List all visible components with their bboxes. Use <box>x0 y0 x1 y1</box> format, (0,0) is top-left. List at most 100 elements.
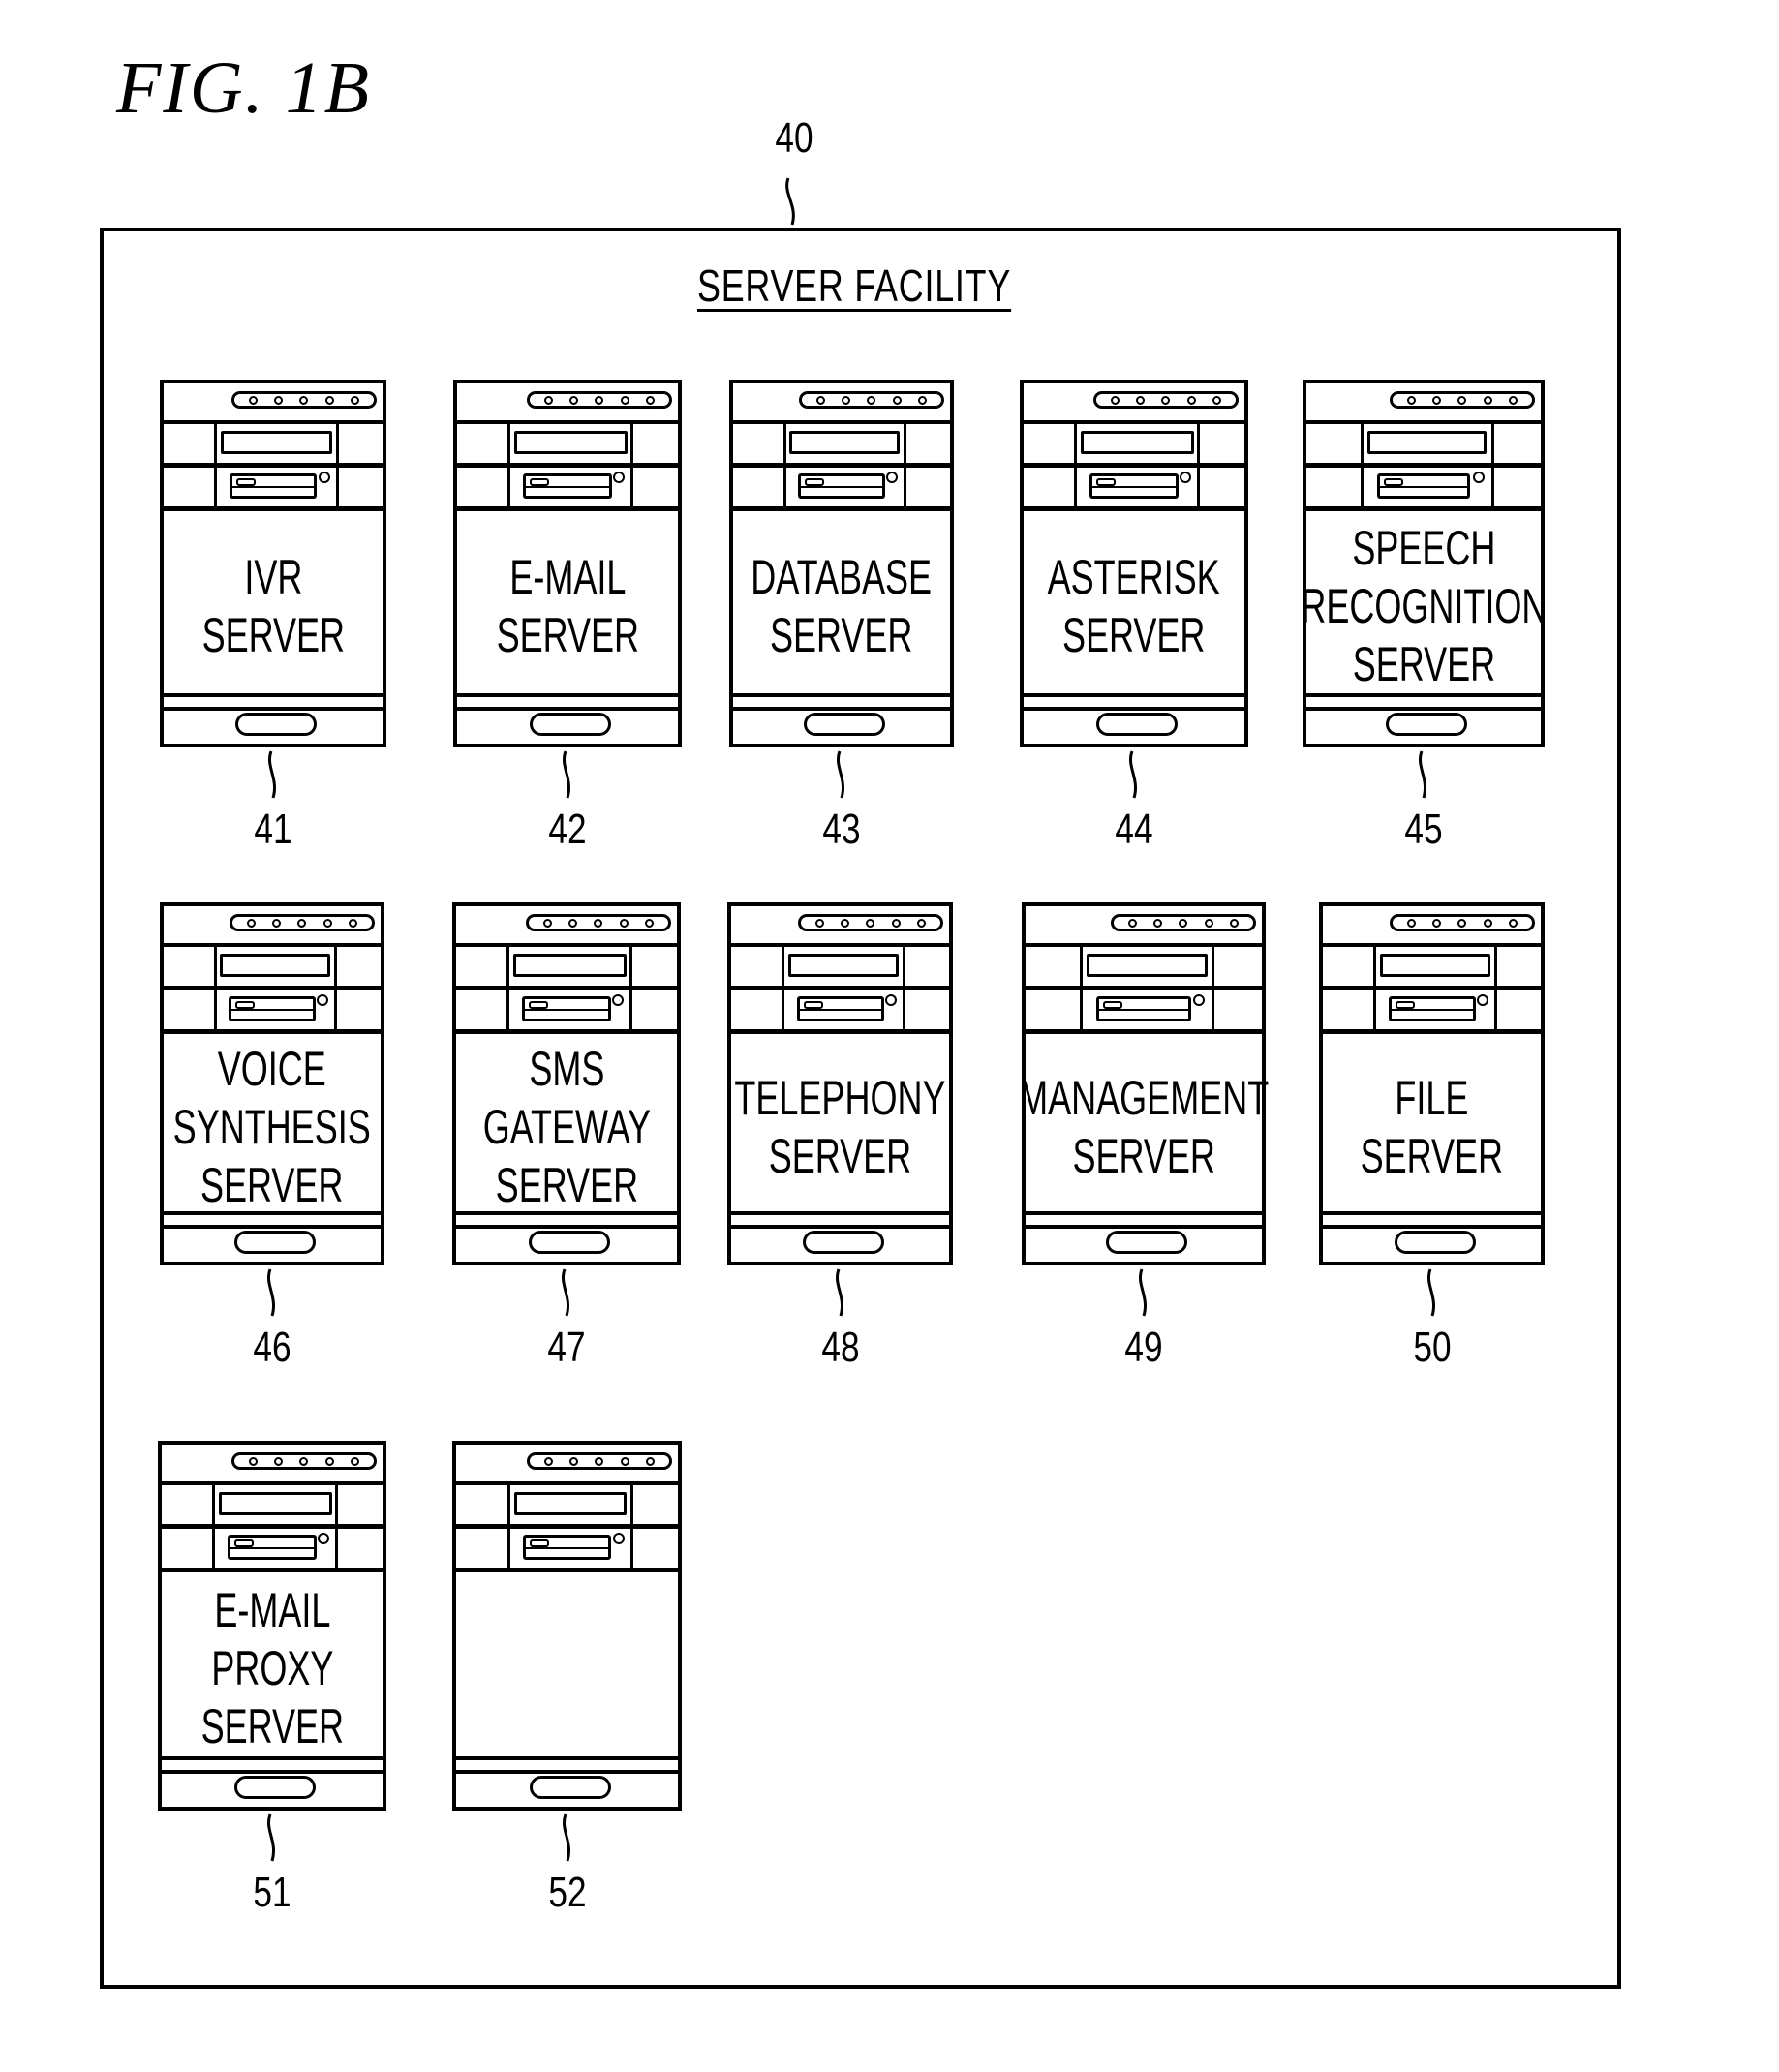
led-icon <box>891 918 901 928</box>
server-label: MANAGEMENT SERVER <box>1018 1070 1270 1183</box>
drive-bay-floppy <box>733 468 950 511</box>
led-icon <box>866 918 875 928</box>
server-label: TELEPHONY SERVER <box>734 1070 946 1183</box>
disk-slot-icon <box>1096 996 1191 1021</box>
handle-icon <box>1106 1231 1187 1254</box>
handle-icon <box>804 713 885 736</box>
led-icon <box>814 918 824 928</box>
server-42: E-MAIL SERVER <box>453 380 682 747</box>
server-label: E-MAIL SERVER <box>496 550 639 662</box>
server-ref-number: 46 <box>253 1324 291 1371</box>
server-49: MANAGEMENT SERVER <box>1018 902 1270 1265</box>
server-label-panel: SPEECH RECOGNITION SERVER <box>1301 509 1547 703</box>
led-icon <box>1127 918 1137 928</box>
led-indicator-bar <box>799 391 944 409</box>
drive-bay-floppy <box>456 990 677 1034</box>
eject-button-icon <box>612 994 625 1006</box>
server-bottom-strip <box>1024 693 1244 744</box>
server-bottom-strip <box>1306 693 1541 744</box>
led-indicator-bar <box>230 914 375 931</box>
eject-button-icon <box>1477 994 1488 1006</box>
server-label: SMS GATEWAY SERVER <box>482 1041 651 1212</box>
led-icon <box>646 1456 656 1466</box>
server-label-panel: FILE SERVER <box>1323 1032 1541 1221</box>
drive-bay-display <box>457 424 678 468</box>
display-panel-icon <box>1081 431 1194 454</box>
led-indicator-bar <box>1390 391 1535 409</box>
display-panel-icon <box>220 431 333 454</box>
led-indicator-bar <box>798 914 943 931</box>
led-indicator-bar <box>527 391 672 409</box>
led-icon <box>543 1456 553 1466</box>
led-icon <box>842 395 851 405</box>
server-ref-number: 50 <box>1412 1324 1452 1371</box>
drive-bay-floppy <box>1323 990 1541 1034</box>
led-icon <box>274 395 284 405</box>
server-ref-number: 52 <box>547 1869 587 1916</box>
drive-bay-floppy <box>162 1529 383 1572</box>
disk-slot-icon <box>798 473 885 499</box>
server-label: SPEECH RECOGNITION SERVER <box>1301 521 1548 691</box>
led-icon <box>646 395 656 405</box>
server-top-strip <box>457 383 678 424</box>
drive-bay-display <box>1323 947 1541 990</box>
led-icon <box>1432 395 1442 405</box>
led-indicator-bar <box>231 1452 377 1470</box>
disk-slot-icon <box>1388 996 1476 1021</box>
drive-bay-display <box>164 424 383 468</box>
led-indicator-bar <box>527 1452 672 1470</box>
handle-icon <box>530 713 611 736</box>
led-icon <box>272 918 282 928</box>
disk-slot-icon <box>522 996 611 1021</box>
led-icon <box>248 1456 258 1466</box>
server-ref-number: 49 <box>1124 1324 1163 1371</box>
led-icon <box>892 395 902 405</box>
led-icon <box>1161 395 1171 405</box>
led-icon <box>1153 918 1163 928</box>
server-bottom-strip <box>456 1756 678 1807</box>
leader-line-50 <box>1426 1268 1435 1317</box>
display-panel-icon <box>1087 954 1208 977</box>
leader-line-42 <box>563 750 570 799</box>
drive-bay-floppy <box>164 468 383 511</box>
eject-button-icon <box>317 994 329 1006</box>
server-top-strip <box>733 383 950 424</box>
led-icon <box>543 395 553 405</box>
server-label-panel: E-MAIL PROXY SERVER <box>162 1570 383 1766</box>
led-indicator-bar <box>1390 914 1535 931</box>
disk-slot-icon <box>228 1535 317 1560</box>
handle-icon <box>234 1231 316 1254</box>
server-ref-number: 43 <box>822 806 861 853</box>
leader-line-48 <box>835 1268 843 1317</box>
drive-bay-display <box>1024 424 1244 468</box>
server-label-panel <box>456 1570 678 1766</box>
server-top-strip <box>1024 383 1244 424</box>
disk-slot-icon <box>796 996 884 1021</box>
drive-bay-display <box>164 947 381 990</box>
leader-line-45 <box>1419 750 1426 799</box>
led-icon <box>297 918 307 928</box>
leader-line-43 <box>837 750 844 799</box>
eject-button-icon <box>1472 472 1485 483</box>
server-ref-number: 48 <box>820 1324 860 1371</box>
display-panel-icon <box>787 954 900 977</box>
server-label-panel: ASTERISK SERVER <box>1024 509 1244 703</box>
server-ref-number: 44 <box>1115 806 1153 853</box>
led-icon <box>568 918 578 928</box>
eject-button-icon <box>886 472 899 483</box>
led-icon <box>1483 918 1492 928</box>
facility-leader-line <box>785 177 795 226</box>
server-50: FILE SERVER <box>1319 902 1545 1265</box>
led-icon <box>645 918 655 928</box>
disk-slot-icon <box>229 996 316 1021</box>
leader-line-49 <box>1139 1268 1147 1317</box>
display-panel-icon <box>1366 431 1488 454</box>
drive-bay-floppy <box>731 990 949 1034</box>
server-facility-title: SERVER FACILITY <box>697 260 1012 311</box>
led-icon <box>351 1456 360 1466</box>
led-icon <box>1432 918 1442 928</box>
display-panel-icon <box>514 431 628 454</box>
led-icon <box>1509 395 1518 405</box>
eject-button-icon <box>1193 994 1206 1006</box>
server-label-panel: E-MAIL SERVER <box>457 509 678 703</box>
